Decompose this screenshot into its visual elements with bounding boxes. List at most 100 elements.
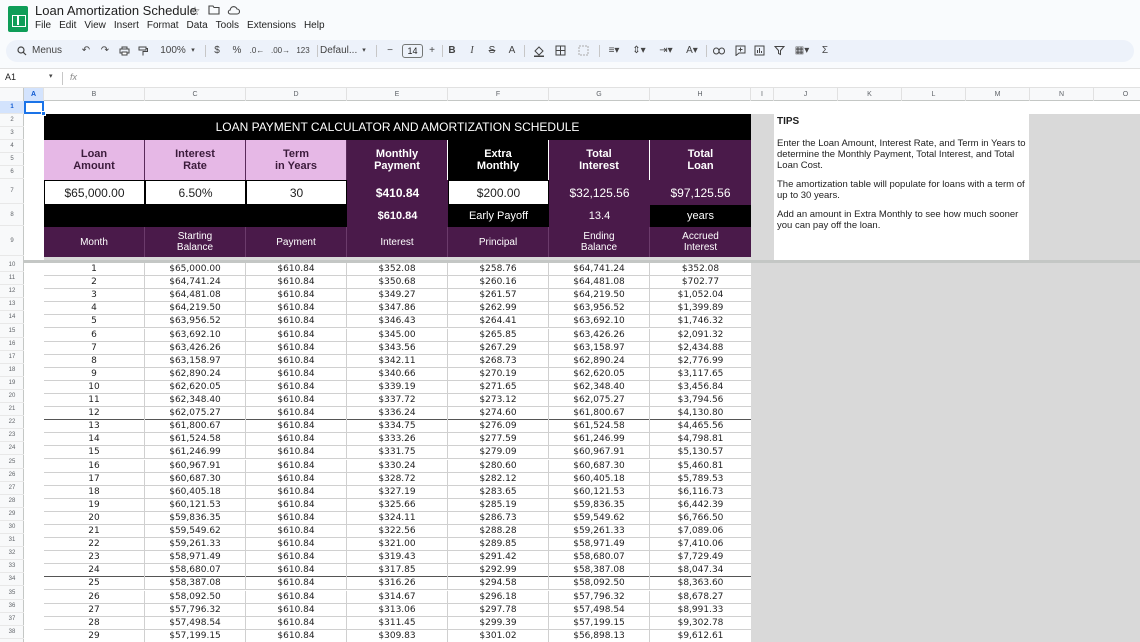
ending-balance-cell[interactable]: $59,261.33 <box>549 525 650 538</box>
principal-cell[interactable]: $270.19 <box>448 367 549 381</box>
accrued-interest-cell[interactable]: $3,117.65 <box>650 368 751 381</box>
ending-balance-cell[interactable]: $64,219.50 <box>549 289 650 303</box>
ending-balance-cell[interactable]: $62,620.05 <box>549 367 650 381</box>
accrued-interest-cell[interactable]: $4,465.56 <box>650 420 751 433</box>
principal-cell[interactable]: $286.73 <box>448 511 549 525</box>
row-header[interactable]: 30 <box>0 521 24 535</box>
row-header[interactable]: 32 <box>0 547 24 561</box>
accrued-interest-cell[interactable]: $5,460.81 <box>650 460 751 473</box>
principal-cell[interactable]: $279.09 <box>448 446 549 460</box>
month-cell[interactable]: 8 <box>44 354 145 368</box>
payment-cell[interactable]: $610.84 <box>246 498 347 512</box>
accrued-interest-cell[interactable]: $1,052.04 <box>650 289 751 302</box>
move-folder-icon[interactable] <box>207 4 221 18</box>
column-a-cells[interactable] <box>24 101 44 642</box>
month-cell[interactable]: 26 <box>44 590 145 604</box>
interest-cell[interactable]: $347.86 <box>347 302 448 316</box>
ending-balance-cell[interactable]: $59,549.62 <box>549 511 650 525</box>
ending-balance-cell[interactable]: $60,405.18 <box>549 472 650 486</box>
zoom-chevron-down-icon[interactable]: ▾ <box>189 40 197 62</box>
payment-cell[interactable]: $610.84 <box>246 629 347 642</box>
menu-insert[interactable]: Insert <box>114 20 144 31</box>
month-cell[interactable]: 29 <box>44 629 145 642</box>
row-header[interactable]: 14 <box>0 311 24 325</box>
search-menus-button[interactable]: Menus <box>32 40 66 62</box>
starting-balance-cell[interactable]: $61,800.67 <box>145 420 246 434</box>
starting-balance-cell[interactable]: $59,836.35 <box>145 511 246 525</box>
row-header[interactable]: 16 <box>0 338 24 351</box>
interest-cell[interactable]: $327.19 <box>347 485 448 499</box>
currency-format-button[interactable]: $ <box>212 40 222 62</box>
starting-balance-cell[interactable]: $62,620.05 <box>145 380 246 394</box>
principal-cell[interactable]: $296.18 <box>448 590 549 604</box>
menu-data[interactable]: Data <box>187 20 213 31</box>
accrued-interest-cell[interactable]: $8,047.34 <box>650 564 751 577</box>
text-wrap-icon[interactable]: ⇥▾ <box>657 40 675 62</box>
interest-cell[interactable]: $324.11 <box>347 511 448 525</box>
interest-cell[interactable]: $325.66 <box>347 498 448 512</box>
ending-balance-cell[interactable]: $58,680.07 <box>549 551 650 565</box>
interest-cell[interactable]: $339.19 <box>347 380 448 394</box>
principal-cell[interactable]: $265.85 <box>448 328 549 342</box>
accrued-interest-cell[interactable]: $2,091.32 <box>650 329 751 342</box>
payment-cell[interactable]: $610.84 <box>246 603 347 617</box>
payment-cell[interactable]: $610.84 <box>246 511 347 525</box>
horizontal-align-icon[interactable]: ≡▾ <box>605 40 623 62</box>
starting-balance-cell[interactable]: $58,971.49 <box>145 551 246 565</box>
starting-balance-cell[interactable]: $58,387.08 <box>145 577 246 591</box>
accrued-interest-cell[interactable]: $5,130.57 <box>650 446 751 459</box>
interest-cell[interactable]: $333.26 <box>347 433 448 447</box>
principal-cell[interactable]: $299.39 <box>448 616 549 630</box>
starting-balance-cell[interactable]: $59,261.33 <box>145 538 246 552</box>
month-cell[interactable]: 11 <box>44 394 145 407</box>
interest-cell[interactable]: $314.67 <box>347 590 448 604</box>
row-header[interactable]: 31 <box>0 534 24 548</box>
document-title[interactable]: Loan Amortization Schedule <box>35 3 197 18</box>
month-cell[interactable]: 19 <box>44 498 145 512</box>
starting-balance-cell[interactable]: $62,075.27 <box>145 407 246 421</box>
payment-cell[interactable]: $610.84 <box>246 315 347 329</box>
starting-balance-cell[interactable]: $63,956.52 <box>145 315 246 329</box>
principal-cell[interactable]: $280.60 <box>448 459 549 473</box>
menu-help[interactable]: Help <box>304 20 330 31</box>
percent-format-button[interactable]: % <box>232 40 242 62</box>
principal-cell[interactable]: $277.59 <box>448 433 549 447</box>
month-cell[interactable]: 2 <box>44 276 145 290</box>
month-cell[interactable]: 28 <box>44 616 145 630</box>
payment-cell[interactable]: $610.84 <box>246 380 347 394</box>
row-header[interactable]: 6 <box>0 166 24 179</box>
row-header[interactable]: 25 <box>0 456 24 469</box>
row-header[interactable]: 33 <box>0 560 24 574</box>
column-header-l[interactable]: L <box>902 88 966 101</box>
principal-cell[interactable]: $288.28 <box>448 525 549 538</box>
starting-balance-cell[interactable]: $60,967.91 <box>145 459 246 473</box>
principal-cell[interactable]: $297.78 <box>448 603 549 617</box>
filter-views-icon[interactable]: ▦▾ <box>791 40 813 62</box>
principal-cell[interactable]: $271.65 <box>448 380 549 394</box>
column-header-n[interactable]: N <box>1030 88 1094 101</box>
interest-cell[interactable]: $322.56 <box>347 525 448 538</box>
row-header[interactable]: 28 <box>0 495 24 508</box>
payment-cell[interactable]: $610.84 <box>246 341 347 355</box>
month-cell[interactable]: 9 <box>44 367 145 381</box>
undo-icon[interactable]: ↶ <box>80 40 92 62</box>
starting-balance-cell[interactable]: $63,692.10 <box>145 328 246 342</box>
interest-cell[interactable]: $321.00 <box>347 538 448 552</box>
payment-cell[interactable]: $610.84 <box>246 525 347 538</box>
principal-cell[interactable]: $261.57 <box>448 289 549 303</box>
bold-button[interactable]: B <box>446 40 458 62</box>
menu-file[interactable]: File <box>35 20 56 31</box>
starting-balance-cell[interactable]: $61,524.58 <box>145 433 246 447</box>
accrued-interest-cell[interactable]: $6,116.73 <box>650 486 751 499</box>
starting-balance-cell[interactable]: $58,092.50 <box>145 590 246 604</box>
starting-balance-cell[interactable]: $63,158.97 <box>145 354 246 368</box>
principal-cell[interactable]: $262.99 <box>448 302 549 316</box>
payment-cell[interactable]: $610.84 <box>246 564 347 578</box>
column-header-k[interactable]: K <box>838 88 902 101</box>
interest-cell[interactable]: $343.56 <box>347 341 448 355</box>
row-header[interactable]: 11 <box>0 272 24 286</box>
paint-format-icon[interactable] <box>137 40 149 62</box>
row-header[interactable]: 24 <box>0 442 24 456</box>
payment-cell[interactable]: $610.84 <box>246 276 347 290</box>
ending-balance-cell[interactable]: $58,092.50 <box>549 577 650 591</box>
